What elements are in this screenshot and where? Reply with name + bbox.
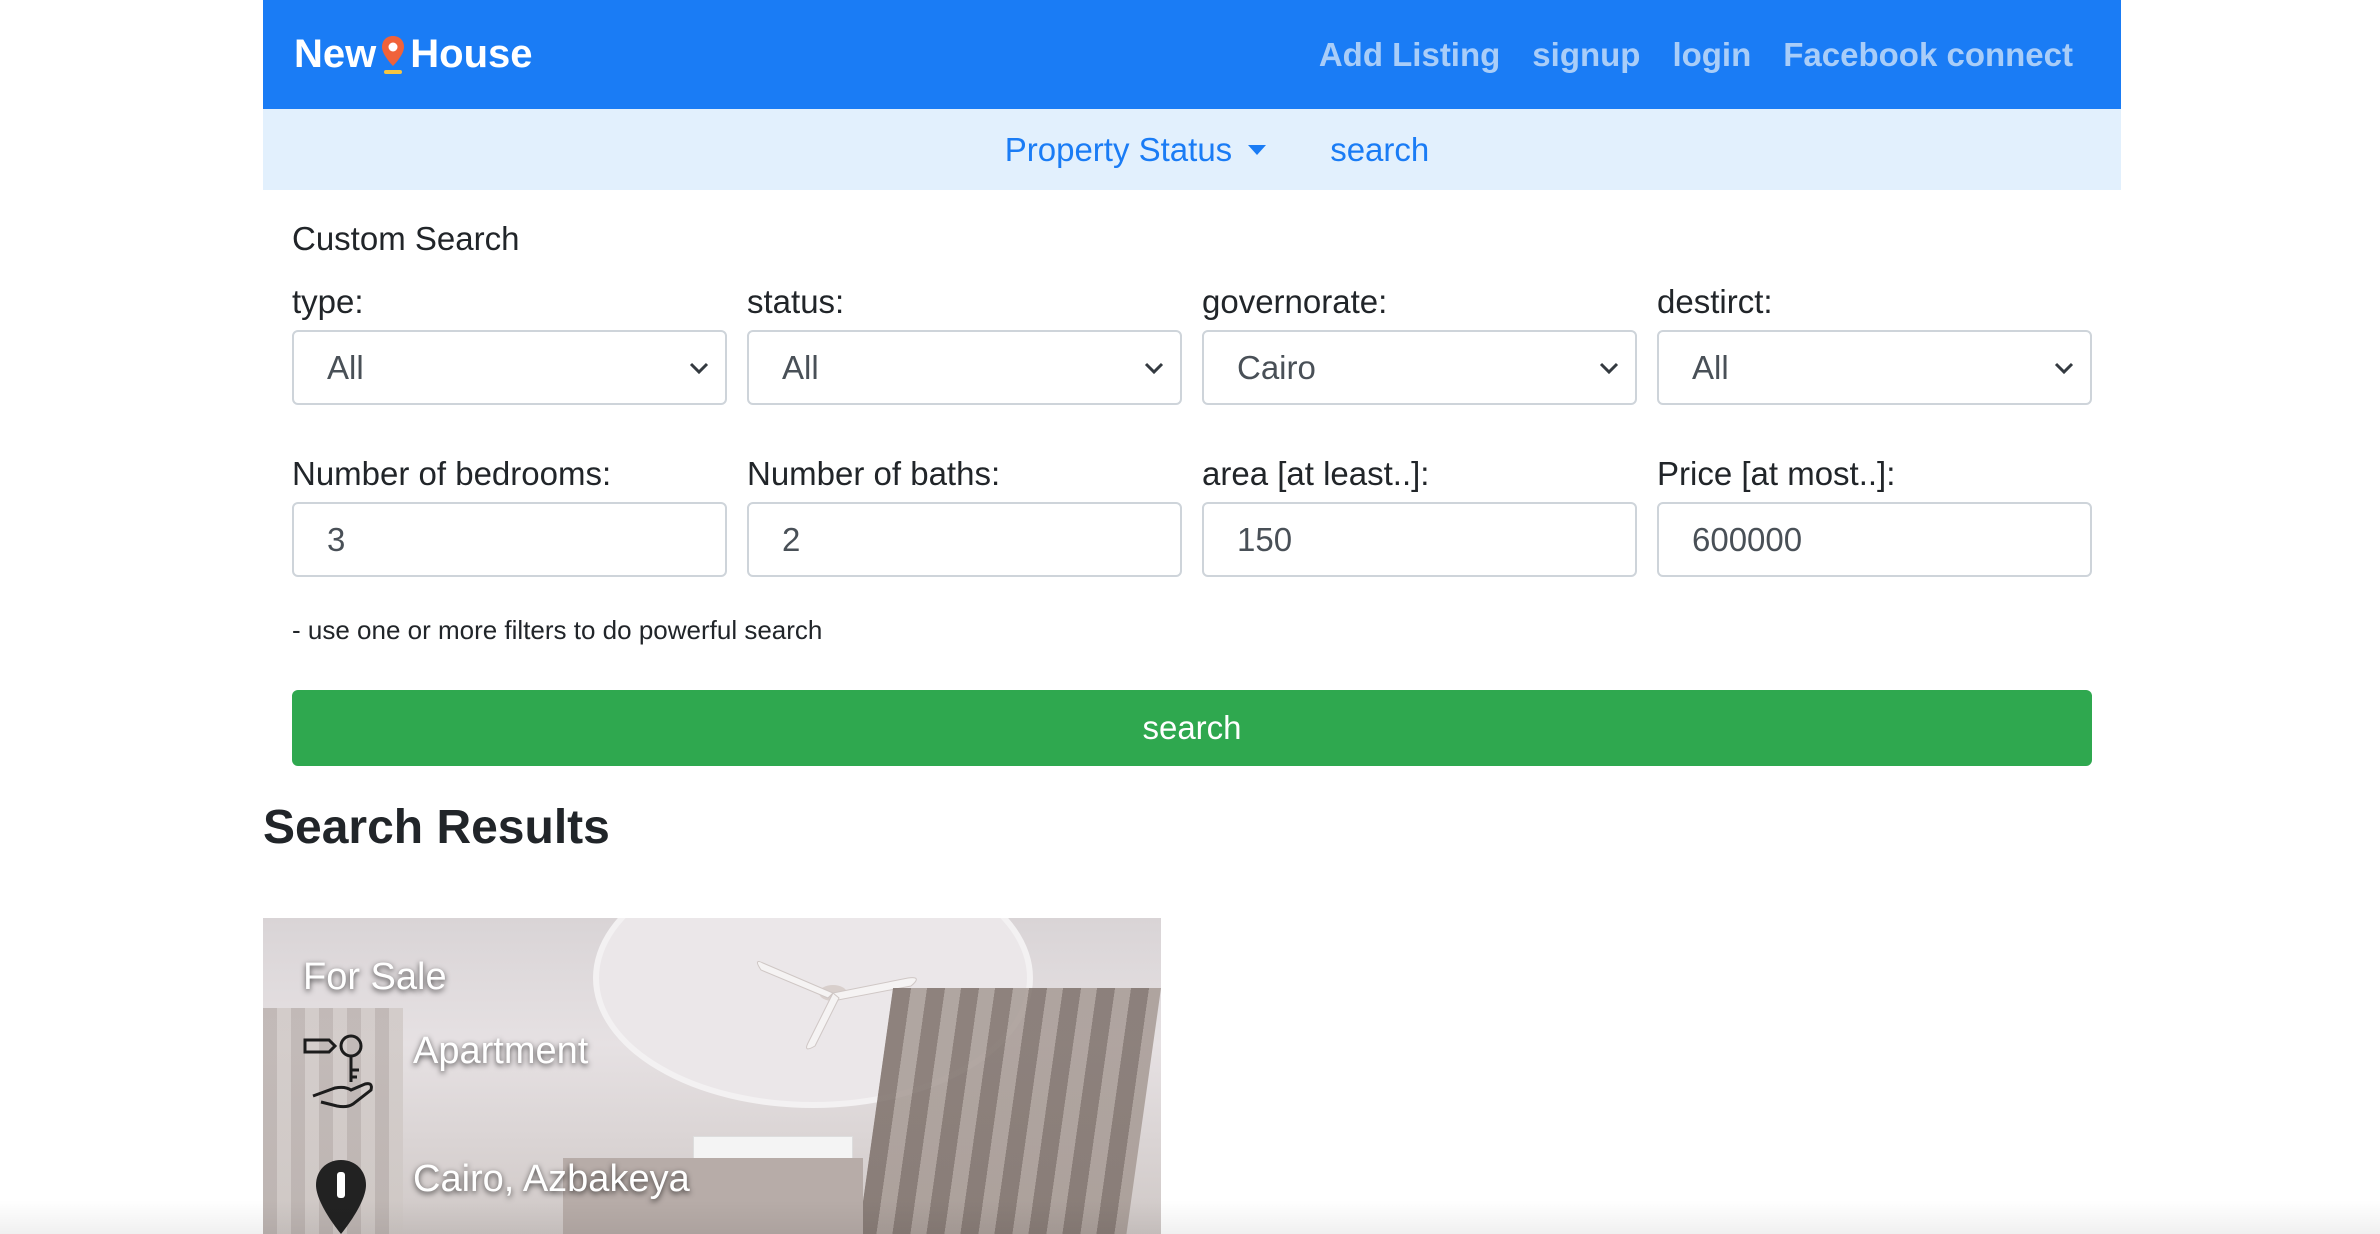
governorate-select-value: Cairo	[1237, 348, 1316, 386]
search-button[interactable]: search	[292, 690, 2092, 766]
chevron-down-icon	[1144, 362, 1164, 375]
sub-navbar: Property Status search	[263, 109, 2121, 190]
sub-navbar-items: Property Status search	[263, 109, 2121, 190]
search-hint: - use one or more filters to do powerful…	[292, 615, 823, 645]
governorate-field: governorate: Cairo	[1202, 280, 1637, 405]
brand-logo[interactable]: New House	[294, 28, 533, 80]
chevron-down-icon	[2054, 362, 2074, 375]
district-label: destirct:	[1657, 283, 1773, 320]
type-label: type:	[292, 283, 364, 320]
property-status-label: Property Status	[1004, 130, 1233, 168]
page-container: New House Add Listing signup login Faceb…	[263, 0, 2121, 1234]
price-input-value: 600000	[1692, 520, 1803, 558]
nav-add-listing[interactable]: Add Listing	[1319, 36, 1500, 74]
results-title: Search Results	[263, 801, 610, 854]
type-select[interactable]: All	[292, 330, 727, 405]
type-select-value: All	[327, 348, 364, 386]
result-card[interactable]: For Sale Apartment Cairo, Azbakeya	[263, 918, 1161, 1234]
type-field: type: All	[292, 280, 727, 405]
card-location: Cairo, Azbakeya	[413, 1158, 690, 1200]
form-title: Custom Search	[292, 220, 520, 257]
nav-links: Add Listing signup login Facebook connec…	[1319, 30, 2073, 80]
status-field: status: All	[747, 280, 1182, 405]
area-label: area [at least..]:	[1202, 455, 1430, 492]
baths-input[interactable]: 2	[747, 502, 1182, 577]
subnav-search-link[interactable]: search	[1330, 131, 1429, 169]
area-input[interactable]: 150	[1202, 502, 1637, 577]
bedrooms-input-value: 3	[327, 520, 346, 558]
price-field: Price [at most..]: 600000	[1657, 452, 2092, 577]
caret-down-icon	[1248, 144, 1267, 155]
card-type: Apartment	[413, 1030, 589, 1072]
nav-facebook-connect[interactable]: Facebook connect	[1783, 36, 2073, 74]
baths-input-value: 2	[782, 520, 801, 558]
status-select[interactable]: All	[747, 330, 1182, 405]
governorate-select[interactable]: Cairo	[1202, 330, 1637, 405]
nav-login[interactable]: login	[1672, 36, 1751, 74]
bedrooms-label: Number of bedrooms:	[292, 455, 612, 492]
governorate-label: governorate:	[1202, 283, 1388, 320]
property-status-dropdown[interactable]: Property Status	[1004, 130, 1267, 169]
status-select-value: All	[782, 348, 819, 386]
area-field: area [at least..]: 150	[1202, 452, 1637, 577]
card-photo-curtain-right	[853, 988, 1161, 1234]
brand-text-right: House	[410, 31, 533, 76]
nav-signup[interactable]: signup	[1532, 36, 1640, 74]
area-input-value: 150	[1237, 520, 1293, 558]
map-pin-icon	[380, 32, 406, 76]
chevron-down-icon	[689, 362, 709, 375]
price-label: Price [at most..]:	[1657, 455, 1896, 492]
district-select[interactable]: All	[1657, 330, 2092, 405]
window-bottom-shadow	[0, 1200, 2380, 1234]
brand-text-left: New	[294, 31, 377, 76]
chevron-down-icon	[1599, 362, 1619, 375]
bedrooms-input[interactable]: 3	[292, 502, 727, 577]
status-label: status:	[747, 283, 845, 320]
price-input[interactable]: 600000	[1657, 502, 2092, 577]
top-navbar: New House Add Listing signup login Faceb…	[263, 0, 2121, 109]
baths-label: Number of baths:	[747, 455, 1001, 492]
bedrooms-field: Number of bedrooms: 3	[292, 452, 727, 577]
card-status: For Sale	[303, 956, 447, 998]
district-field: destirct: All	[1657, 280, 2092, 405]
baths-field: Number of baths: 2	[747, 452, 1182, 577]
key-handover-icon	[303, 1034, 373, 1109]
district-select-value: All	[1692, 348, 1729, 386]
